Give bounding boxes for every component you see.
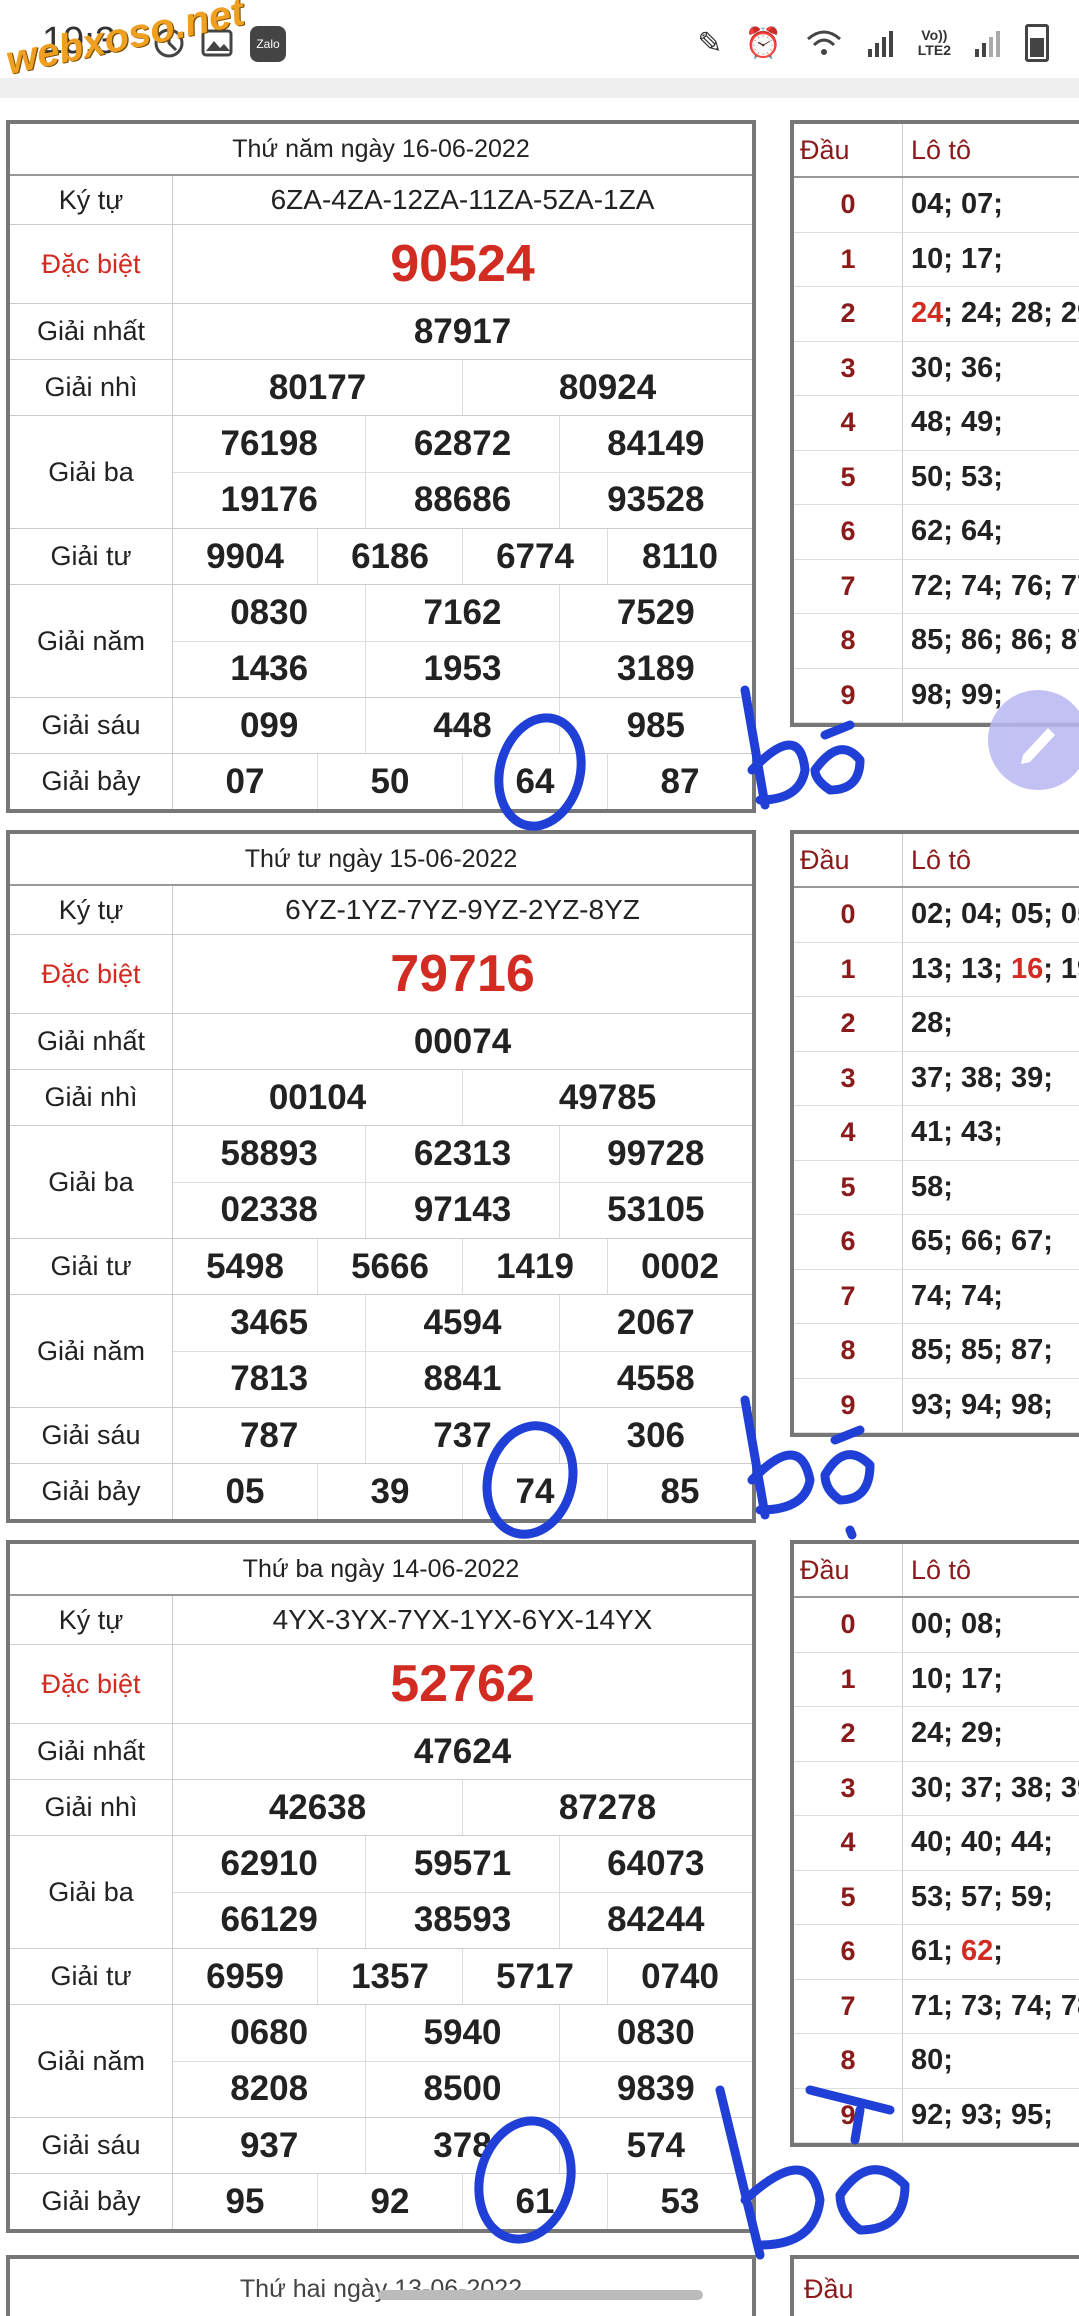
edit-fab-button[interactable] (988, 690, 1079, 790)
circle-mark-1 (494, 713, 586, 831)
handwriting-bo-2 (740, 1395, 875, 1540)
handwriting-bo-1 (740, 685, 865, 810)
handwriting-bo-3 (715, 2085, 910, 2260)
pencil-icon (1021, 728, 1055, 764)
handwriting-overlay (474, 685, 910, 2260)
gesture-nav-bar[interactable] (378, 2290, 703, 2300)
circle-mark-2 (482, 1421, 578, 1539)
circle-mark-3 (474, 2116, 576, 2244)
